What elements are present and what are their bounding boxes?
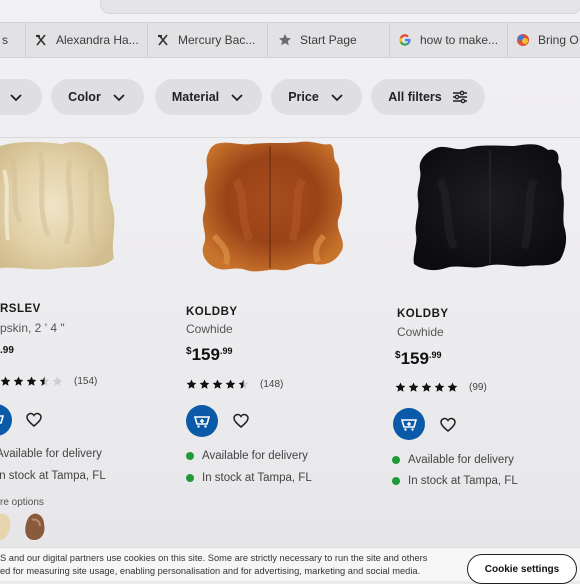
tab-title: Start Page <box>300 33 357 47</box>
star-icon <box>13 376 24 386</box>
product-rating: (154) <box>0 376 97 387</box>
google-icon <box>398 33 412 47</box>
black-cowhide-image[interactable] <box>410 140 570 274</box>
star-icon <box>447 382 458 392</box>
colorful-favicon-icon <box>516 33 530 47</box>
cart-icon <box>400 419 418 431</box>
filter-sliders-icon <box>452 90 467 104</box>
star-icon <box>408 382 419 392</box>
chevron-down-icon <box>331 94 343 102</box>
delivery-availability: Available for delivery <box>0 448 102 460</box>
delivery-availability: Available for delivery <box>392 454 514 466</box>
tab-title: s <box>2 33 8 47</box>
favorite-heart-icon[interactable] <box>233 413 249 429</box>
star-icon <box>395 382 406 392</box>
star-icon <box>225 379 236 389</box>
filter-label: Material <box>171 90 220 104</box>
review-count: (99) <box>469 382 487 393</box>
chevron-down-icon <box>231 94 243 102</box>
store-availability: In stock at Tampa, FL <box>186 472 312 484</box>
cart-icon <box>0 415 5 424</box>
cookie-notice-text: S and our digital partners use cookies o… <box>0 553 428 576</box>
store-availability: In stock at Tampa, FL <box>392 475 518 487</box>
sheepskin-rug-image[interactable] <box>0 140 120 272</box>
site-favicon-icon <box>156 33 170 47</box>
filter-label: Color <box>68 90 101 104</box>
star-icon <box>238 379 249 389</box>
star-icon <box>52 376 63 386</box>
site-favicon-icon <box>34 33 48 47</box>
product-description: pskin, 2 ' 4 " <box>0 321 65 335</box>
cart-icon <box>193 416 211 428</box>
address-bar[interactable] <box>100 0 580 14</box>
product-description: Cowhide <box>397 325 444 339</box>
browser-tab-strip: s Alexandra Ha... Mercury Bac... Start P… <box>0 22 580 58</box>
favorite-heart-icon[interactable] <box>440 417 456 433</box>
product-price: .99 <box>0 345 14 356</box>
browser-tab[interactable]: Start Page <box>268 23 390 57</box>
store-availability: In stock at Tampa, FL <box>0 470 106 482</box>
browser-tab[interactable]: Alexandra Ha... <box>26 23 148 57</box>
tab-title: Alexandra Ha... <box>56 33 139 47</box>
more-options-link[interactable]: re options <box>0 497 44 508</box>
star-icon <box>199 379 210 389</box>
status-dot-icon <box>392 456 400 464</box>
star-rating <box>186 379 249 390</box>
all-filters-button[interactable]: All filters <box>371 79 485 115</box>
filter-label: Price <box>288 90 319 104</box>
tab-title: Mercury Bac... <box>178 33 256 47</box>
status-dot-icon <box>186 452 194 460</box>
page: s Alexandra Ha... Mercury Bac... Start P… <box>0 0 580 584</box>
add-to-cart-button[interactable] <box>0 404 12 436</box>
product-brand[interactable]: KOLDBY <box>186 306 238 318</box>
status-dot-icon <box>186 474 194 482</box>
star-icon <box>0 376 11 386</box>
filter-label: All filters <box>388 90 442 104</box>
chevron-down-icon <box>113 94 125 102</box>
filter-sort-button[interactable] <box>0 79 42 115</box>
add-to-cart-button[interactable] <box>186 405 218 437</box>
star-icon <box>434 382 445 392</box>
tab-title: how to make... <box>420 33 499 47</box>
product-description: Cowhide <box>186 322 233 336</box>
star-icon <box>186 379 197 389</box>
product-rating: (99) <box>395 382 487 393</box>
filter-divider <box>0 137 580 138</box>
review-count: (148) <box>260 379 284 390</box>
browser-tab[interactable]: Bring O <box>508 23 580 57</box>
delivery-availability: Available for delivery <box>186 450 308 462</box>
filter-material-button[interactable]: Material <box>155 79 262 115</box>
star-icon <box>26 376 37 386</box>
star-icon <box>212 379 223 389</box>
star-rating <box>395 382 458 393</box>
browser-tab[interactable]: s <box>0 23 26 57</box>
filter-color-button[interactable]: Color <box>51 79 144 115</box>
review-count: (154) <box>74 376 98 387</box>
tab-title: Bring O <box>538 33 579 47</box>
star-icon <box>39 376 50 386</box>
chevron-down-icon <box>10 94 22 102</box>
product-price: $159.99 <box>395 349 442 368</box>
star-icon <box>421 382 432 392</box>
add-to-cart-button[interactable] <box>393 408 425 440</box>
favorite-heart-icon[interactable] <box>26 412 42 428</box>
browser-tab[interactable]: how to make... <box>390 23 508 57</box>
product-rating: (148) <box>186 379 283 390</box>
product-price: $159.99 <box>186 345 233 364</box>
variant-thumbnails[interactable] <box>0 512 52 540</box>
brown-cowhide-image[interactable] <box>196 140 348 276</box>
browser-tab[interactable]: Mercury Bac... <box>148 23 268 57</box>
status-dot-icon <box>392 477 400 485</box>
filter-price-button[interactable]: Price <box>271 79 362 115</box>
star-icon <box>278 33 292 47</box>
star-rating <box>0 376 63 387</box>
cookie-banner: S and our digital partners use cookies o… <box>0 547 580 584</box>
product-brand[interactable]: RSLEV <box>0 303 41 315</box>
product-brand[interactable]: KOLDBY <box>397 308 449 320</box>
